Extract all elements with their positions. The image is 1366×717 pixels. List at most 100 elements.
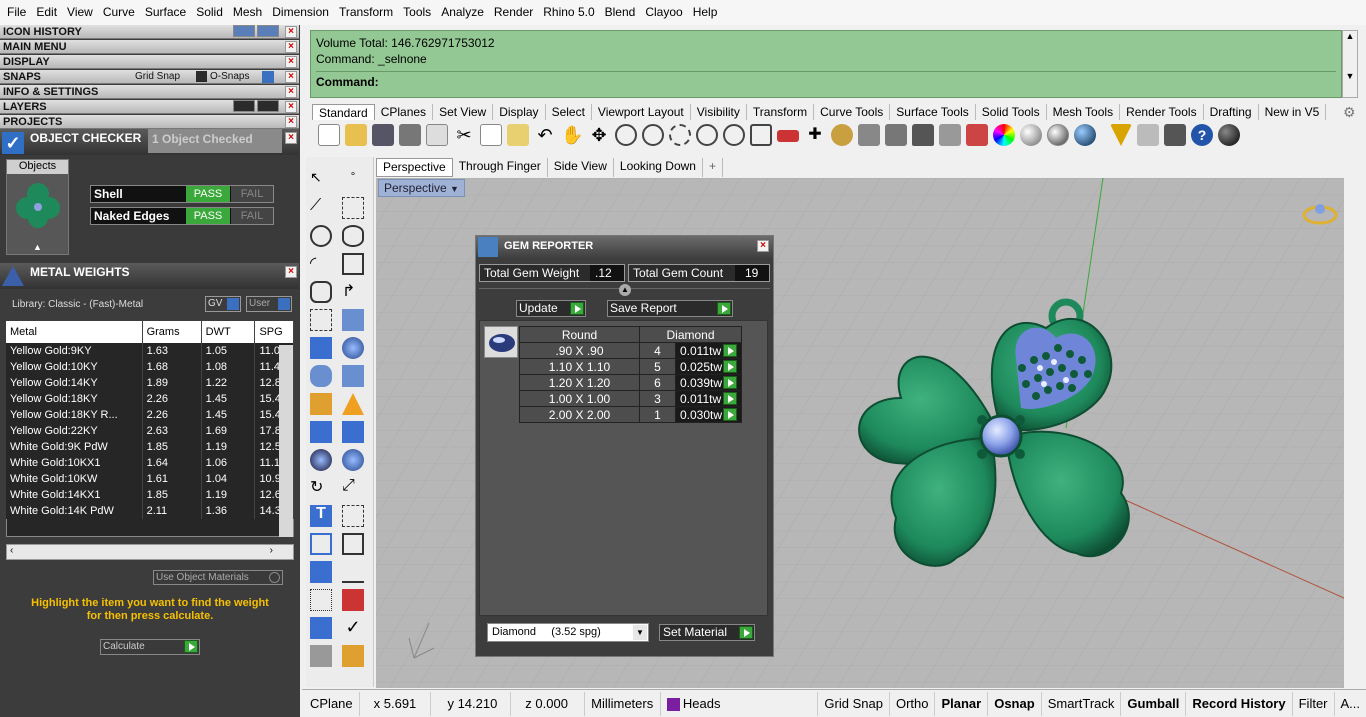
o-snaps-toggle[interactable]: O-Snaps <box>210 70 249 84</box>
tab-select[interactable]: Select <box>546 104 592 121</box>
table-row[interactable]: White Gold:14KX1 1.85 1.19 12.61 <box>6 487 294 503</box>
undo-icon[interactable]: ↶ <box>534 124 556 146</box>
print-icon[interactable] <box>399 124 421 146</box>
tab-viewport-layout[interactable]: Viewport Layout <box>592 104 691 121</box>
move-view-icon[interactable]: ✥ <box>588 124 610 146</box>
sweep-icon[interactable] <box>342 589 364 611</box>
viewport-menu-arrow-icon[interactable]: ▼ <box>450 184 459 194</box>
tab-standard[interactable]: Standard <box>312 104 375 121</box>
mesh-icon[interactable] <box>342 365 364 387</box>
use-object-materials-toggle[interactable]: Use Object Materials <box>153 570 283 585</box>
toggle-more[interactable]: A... <box>1335 692 1366 716</box>
shaded-sphere-icon[interactable] <box>1020 124 1042 146</box>
save-icon[interactable] <box>372 124 394 146</box>
table-row[interactable]: 1.10 X 1.10 5 0.025tw <box>519 358 742 375</box>
viewport-label[interactable]: Perspective ▼ <box>378 179 465 197</box>
close-icon[interactable]: × <box>757 240 769 252</box>
tab-looking-down[interactable]: Looking Down <box>614 158 703 177</box>
tab-transform[interactable]: Transform <box>747 104 815 121</box>
menu-curve[interactable]: Curve <box>98 0 140 25</box>
table-row[interactable]: White Gold:9K PdW 1.85 1.19 12.59 <box>6 439 294 455</box>
menu-clayoo[interactable]: Clayoo <box>640 0 687 25</box>
tab-through-finger[interactable]: Through Finger <box>453 158 548 177</box>
toggle-grid-snap[interactable]: Grid Snap <box>818 691 890 716</box>
options-icon[interactable] <box>1137 124 1159 146</box>
scroll-right-icon[interactable]: › <box>270 545 273 556</box>
tab-curve-tools[interactable]: Curve Tools <box>814 104 891 121</box>
table-horizontal-scrollbar[interactable]: ‹ › <box>6 544 294 560</box>
circle-icon[interactable] <box>310 225 332 247</box>
save-report-button[interactable]: Save Report <box>607 300 733 317</box>
table-row[interactable]: Yellow Gold:9KY 1.63 1.05 11.08 <box>6 343 294 359</box>
display-bar[interactable]: DISPLAY × <box>0 55 299 69</box>
menu-dimension[interactable]: Dimension <box>267 0 334 25</box>
zoom-window-icon[interactable] <box>642 124 664 146</box>
rendered-sphere-icon[interactable] <box>1047 124 1069 146</box>
zoom-icon[interactable] <box>615 124 637 146</box>
menu-edit[interactable]: Edit <box>31 0 62 25</box>
copy-icon[interactable] <box>480 124 502 146</box>
curve-icon[interactable] <box>342 197 364 219</box>
box-icon[interactable] <box>310 337 332 359</box>
forward-arrow-icon[interactable] <box>257 25 279 37</box>
close-icon[interactable]: × <box>285 266 297 278</box>
group-icon[interactable] <box>310 533 332 555</box>
polyline-icon[interactable]: ⟋ <box>310 197 332 219</box>
loft-icon[interactable] <box>342 309 364 331</box>
layer-toggle-icon[interactable] <box>233 100 255 112</box>
layers-bar[interactable]: LAYERS × <box>0 100 299 114</box>
table-row[interactable]: Yellow Gold:18KY 2.26 1.45 15.41 <box>6 391 294 407</box>
table-vertical-scrollbar[interactable] <box>279 345 293 537</box>
table-row[interactable]: Yellow Gold:18KY R... 2.26 1.45 15.41 <box>6 407 294 423</box>
paint-icon[interactable] <box>342 645 364 667</box>
solid-box-icon[interactable] <box>310 561 332 583</box>
tab-perspective[interactable]: Perspective <box>376 158 453 177</box>
zoom-extents-icon[interactable] <box>669 124 691 146</box>
color-wheel-icon[interactable] <box>993 124 1015 146</box>
open-folder-icon[interactable] <box>345 124 367 146</box>
point-icon[interactable]: ∘ <box>342 169 364 191</box>
table-row[interactable]: White Gold:10KW 1.61 1.04 10.99 <box>6 471 294 487</box>
current-layer[interactable]: Heads <box>661 691 819 716</box>
toggle-smarttrack[interactable]: SmartTrack <box>1042 691 1122 716</box>
tab-mesh-tools[interactable]: Mesh Tools <box>1047 104 1121 121</box>
gv-toggle[interactable]: GV <box>205 296 241 312</box>
gumball-icon[interactable]: ✚ <box>804 124 826 146</box>
back-arrow-icon[interactable] <box>233 25 255 37</box>
menu-transform[interactable]: Transform <box>334 0 398 25</box>
column-header[interactable]: Grams <box>142 321 202 343</box>
tab-display[interactable]: Display <box>493 104 546 121</box>
dimension-icon[interactable] <box>342 505 364 527</box>
polygon-icon[interactable] <box>310 281 332 303</box>
table-row[interactable]: White Gold:10KX1 1.64 1.06 11.18 <box>6 455 294 471</box>
menu-rhino[interactable]: Rhino 5.0 <box>538 0 599 25</box>
eye-icon[interactable] <box>257 100 279 112</box>
menu-render[interactable]: Render <box>489 0 538 25</box>
table-row[interactable]: Yellow Gold:14KY 1.89 1.22 12.88 <box>6 375 294 391</box>
toggle-ortho[interactable]: Ortho <box>890 691 936 716</box>
rotate-view-icon[interactable] <box>723 124 745 146</box>
close-icon[interactable]: × <box>285 86 297 98</box>
unlock-icon[interactable] <box>939 124 961 146</box>
properties-icon[interactable] <box>1164 124 1186 146</box>
menu-help[interactable]: Help <box>688 0 723 25</box>
close-icon[interactable]: × <box>285 101 297 113</box>
rectangle-icon[interactable] <box>342 253 364 275</box>
material-select[interactable]: Diamond (3.52 spg) ▼ <box>487 623 649 642</box>
toggle-osnap[interactable]: Osnap <box>988 691 1042 716</box>
menu-analyze[interactable]: Analyze <box>436 0 489 25</box>
ruler-icon[interactable] <box>342 561 364 583</box>
clover-pendant-model[interactable] <box>826 288 1186 618</box>
tab-render-tools[interactable]: Render Tools <box>1120 104 1204 121</box>
array-icon[interactable] <box>342 449 364 471</box>
tab-surface-tools[interactable]: Surface Tools <box>890 104 976 121</box>
toggle-filter[interactable]: Filter <box>1293 691 1335 716</box>
menu-mesh[interactable]: Mesh <box>228 0 267 25</box>
snaps-bar[interactable]: SNAPS Grid Snap O-Snaps × <box>0 70 299 84</box>
set-material-button[interactable]: Set Material <box>659 624 755 641</box>
fillet-icon[interactable]: ↱ <box>342 281 364 303</box>
units-button[interactable]: Millimeters <box>585 691 661 716</box>
select-arrow-icon[interactable]: ↖ <box>310 169 332 191</box>
layer-icon[interactable] <box>966 124 988 146</box>
play-icon[interactable] <box>723 343 737 357</box>
